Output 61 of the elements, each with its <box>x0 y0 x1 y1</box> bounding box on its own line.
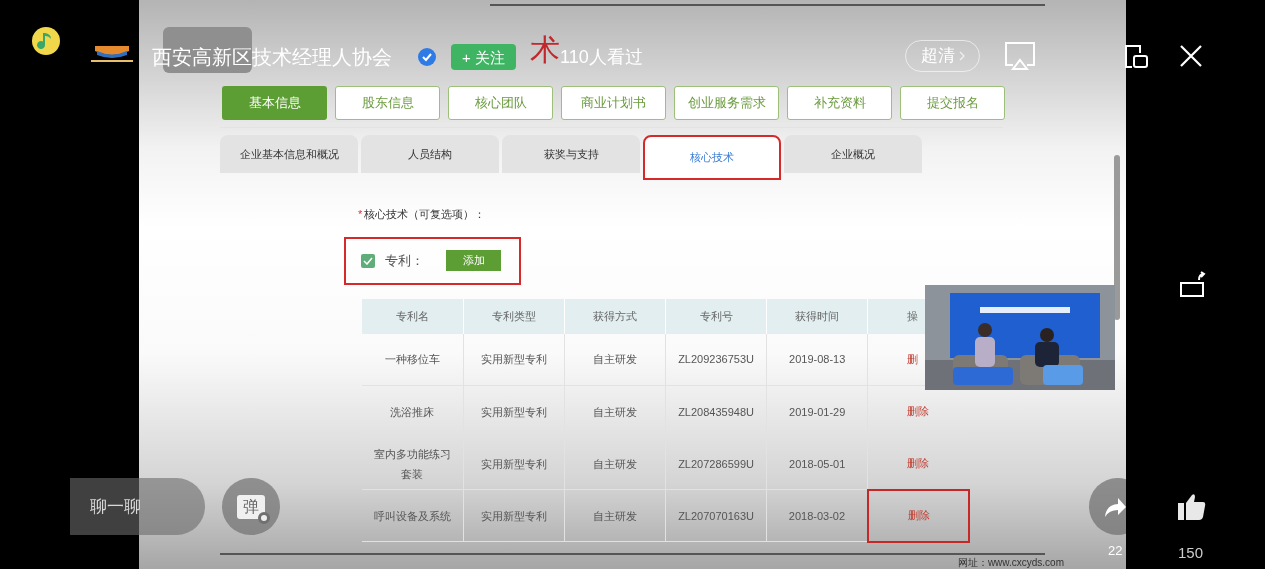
table-cell: 实用新型专利 <box>463 437 565 490</box>
column-header: 获得时间 <box>766 298 868 334</box>
table-cell: 自主研发 <box>564 333 666 386</box>
column-header: 专利名 <box>362 298 464 334</box>
follow-button[interactable]: + 关注 <box>451 44 516 70</box>
nav-button[interactable]: 基本信息 <box>222 86 327 120</box>
website-url: 网址：www.cxcyds.com <box>957 557 1064 568</box>
tab[interactable]: 人员结构 <box>361 135 499 173</box>
tab[interactable]: 获奖与支持 <box>502 135 640 173</box>
nav-button[interactable]: 核心团队 <box>448 86 553 120</box>
share-arrow-icon <box>1103 496 1126 518</box>
column-header: 专利类型 <box>463 298 565 334</box>
delete-link[interactable]: 删除 <box>907 405 930 418</box>
nav-button[interactable]: 创业服务需求 <box>674 86 779 120</box>
table-cell: 实用新型专利 <box>463 385 565 438</box>
nav-button[interactable]: 提交报名 <box>900 86 1005 120</box>
table-cell: 2018-05-01 <box>766 437 868 490</box>
table-cell: ZL207286599U <box>665 437 767 490</box>
column-header: 获得方式 <box>564 298 666 334</box>
table-cell: 一种移位车 <box>362 333 464 386</box>
verified-badge-icon <box>417 47 437 67</box>
delete-link[interactable]: 删除 <box>907 509 930 522</box>
nav-button[interactable]: 股东信息 <box>335 86 440 120</box>
slide-title-highlight: 术 <box>530 35 560 65</box>
table-cell: 自主研发 <box>564 385 666 438</box>
tab[interactable]: 企业概况 <box>784 135 922 173</box>
chat-button[interactable]: 聊一聊 <box>70 478 205 535</box>
close-icon[interactable] <box>1180 45 1202 67</box>
like-count: 150 <box>1178 545 1204 560</box>
table-cell: 自主研发 <box>564 489 666 542</box>
table-cell: 2019-08-13 <box>766 333 868 386</box>
column-header: 专利号 <box>665 298 767 334</box>
table-cell: 自主研发 <box>564 437 666 490</box>
thumbs-up-icon[interactable] <box>1178 493 1206 520</box>
required-mark: * <box>358 207 363 222</box>
tab[interactable]: 核心技术 <box>643 135 781 180</box>
chevron-right-icon <box>958 51 965 61</box>
table-cell: 实用新型专利 <box>463 489 565 542</box>
field-label: 核心技术（可复选项）： <box>364 207 486 222</box>
nav-button[interactable]: 补充资料 <box>787 86 892 120</box>
table-cell: ZL209236753U <box>665 333 767 386</box>
table-cell: ZL208435948U <box>665 385 767 438</box>
option-label: 专利： <box>385 251 424 270</box>
music-note-icon[interactable] <box>32 27 60 55</box>
table-cell: 2019-01-29 <box>766 385 868 438</box>
share-count: 22 <box>1108 544 1123 557</box>
add-button[interactable]: 添加 <box>446 250 501 271</box>
table-cell: 呼叫设备及系统 <box>362 489 464 542</box>
scrollbar[interactable] <box>1114 155 1120 320</box>
delete-link[interactable]: 删 <box>907 353 919 365</box>
tab[interactable]: 企业基本信息和概况 <box>220 135 358 173</box>
rotate-screen-icon[interactable] <box>1179 271 1207 298</box>
nav-button[interactable]: 商业计划书 <box>561 86 666 120</box>
table-cell: 实用新型专利 <box>463 333 565 386</box>
table-cell: 室内多功能练习套装 <box>362 437 464 490</box>
picture-in-picture-icon[interactable] <box>1124 44 1149 69</box>
table-cell: ZL207070163U <box>665 489 767 542</box>
delete-link[interactable]: 删除 <box>907 457 930 469</box>
table-cell: 洗浴推床 <box>362 385 464 438</box>
checkbox[interactable] <box>361 253 375 268</box>
table-cell: 2018-03-02 <box>766 489 868 542</box>
